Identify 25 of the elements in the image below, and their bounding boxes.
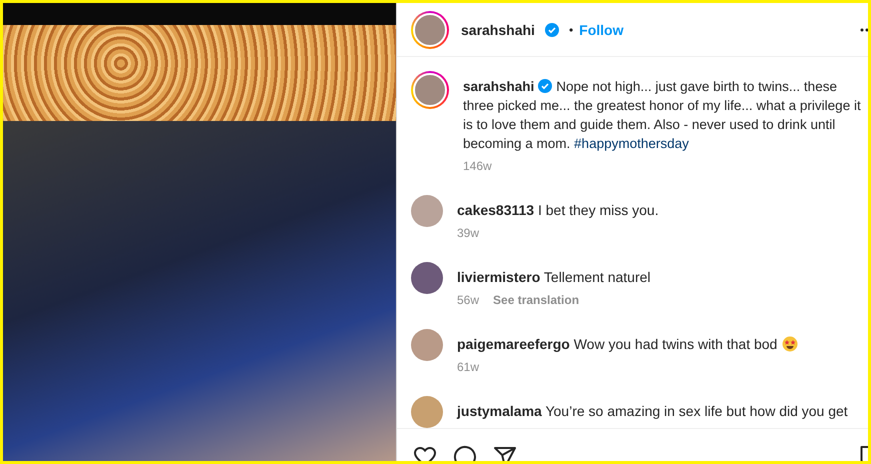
verified-badge-icon (538, 79, 552, 93)
comment-text: Wow you had twins with that bod (574, 336, 778, 352)
star-eyes-emoji-icon (782, 336, 798, 352)
comment-text: You’re so amazing in sex life but how did you get (545, 403, 848, 419)
username-link[interactable]: cakes83113 (457, 202, 534, 218)
username-link[interactable]: justymalama (457, 403, 542, 419)
avatar[interactable] (411, 262, 443, 294)
comment-text: Tellement naturel (544, 269, 651, 285)
hashtag-link[interactable]: #happymothersday (574, 136, 689, 151)
username-link[interactable]: sarahshahi (463, 79, 534, 94)
timestamp: 56w (457, 293, 480, 307)
more-icon[interactable] (860, 28, 868, 32)
username-link[interactable]: sarahshahi (461, 22, 535, 38)
avatar[interactable] (411, 71, 449, 109)
avatar[interactable] (411, 10, 449, 48)
avatar[interactable] (411, 329, 443, 361)
timestamp: 61w (457, 360, 480, 374)
timestamp: 146w (463, 159, 492, 173)
username-link[interactable]: paigemareefergo (457, 336, 570, 352)
verified-badge-icon (544, 22, 559, 36)
caption-text: sarahshahi Nope not high... just gave birth to twins... these three picked me... the greatest honor of my life... what a privilege it is to love them and guide them. Also - never used to drink until becoming a mom. #happymothersday (463, 78, 862, 153)
username-link[interactable]: liviermistero (457, 269, 540, 285)
timestamp: 39w (457, 226, 480, 240)
comment-text: I bet they miss you. (538, 202, 659, 218)
separator: • (568, 22, 574, 36)
